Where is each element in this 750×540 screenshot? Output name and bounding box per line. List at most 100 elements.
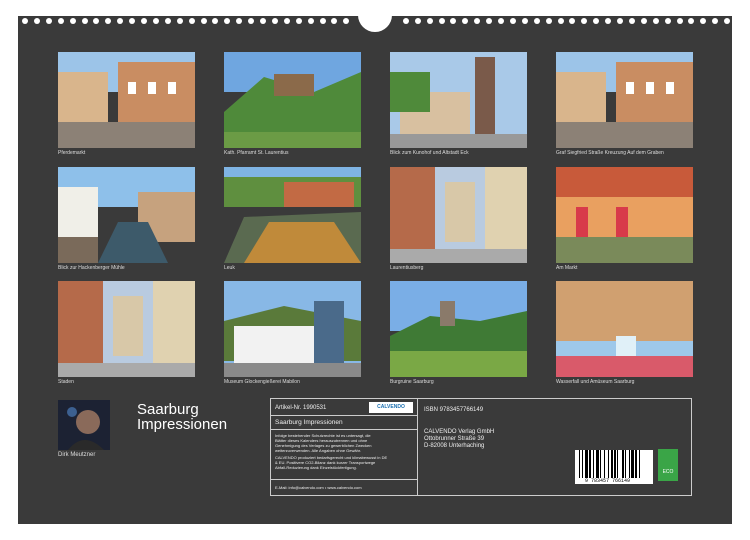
binding-hole — [605, 18, 612, 24]
barcode-bar — [608, 450, 610, 478]
eco-label: ECO — [662, 469, 674, 475]
binding-hole — [307, 18, 314, 24]
publisher-city: D-82008 Unterhaching — [424, 443, 485, 449]
binding-hole — [33, 18, 40, 24]
calendar-subtitle: Saarburg Impressionen — [275, 419, 343, 426]
binding-hole — [521, 18, 528, 24]
binding-hole — [69, 18, 76, 24]
binding-hole — [57, 18, 64, 24]
calendar-photo — [556, 52, 693, 148]
binding-hole — [617, 18, 623, 24]
binding-hole — [664, 18, 671, 24]
isbn: ISBN 9783457766149 — [424, 407, 484, 413]
binding-hole — [581, 18, 588, 24]
barcode: 9 783457 766149 — [575, 450, 653, 484]
barcode-bar — [638, 450, 640, 478]
publisher-street: Ottobrunner Straße 39 — [424, 436, 485, 442]
title-line-2: Impressionen — [137, 416, 228, 433]
divider — [271, 415, 418, 416]
binding-hole — [593, 18, 600, 24]
barcode-bar — [592, 450, 594, 478]
photo-caption: Museum Glockengießerei Mabilon — [224, 379, 300, 385]
binding-hole — [164, 18, 171, 24]
calendar-photo — [390, 52, 527, 148]
binding-hole — [640, 18, 647, 24]
binding-hole — [200, 18, 207, 24]
barcode-bar — [635, 450, 638, 478]
binding-hole — [248, 18, 255, 24]
eco-badge: ECO — [658, 449, 678, 481]
photo-caption: Leuk — [224, 265, 235, 271]
binding-hole — [343, 18, 350, 24]
binding-hole — [628, 18, 635, 24]
calendar-photo — [390, 167, 527, 263]
barcode-bar — [579, 450, 580, 478]
calendar-photo — [556, 167, 693, 263]
binding-hole — [462, 18, 469, 24]
calendar-photo — [224, 167, 361, 263]
binding-hole — [652, 18, 659, 24]
contact-info: E-Mail: info@calvendo.com • www.calvendo… — [275, 485, 362, 490]
binding-hole — [236, 18, 243, 24]
barcode-bar — [603, 450, 605, 478]
calendar-photo — [390, 281, 527, 377]
calendar-title: Saarburg Impressionen — [137, 402, 227, 432]
barcode-bar — [584, 450, 588, 478]
divider — [271, 429, 418, 430]
barcode-bar — [631, 450, 634, 478]
author-name: Dirk Meutzner — [58, 452, 96, 458]
photo-caption: Burgruine Saarburg — [390, 379, 434, 385]
calvendo-logo: CALVENDO — [369, 402, 413, 413]
binding-hole — [545, 18, 552, 24]
barcode-bar — [625, 450, 627, 478]
binding-hole — [117, 18, 124, 24]
photo-caption: Wasserfall und Amüseum Saarburg — [556, 379, 635, 385]
photo-caption: Am Markt — [556, 265, 578, 271]
binding-hole — [260, 18, 266, 24]
binding-hole — [152, 18, 159, 24]
photo-caption: Graf Siegfried Straße Kreuzung Auf dem G… — [556, 150, 664, 156]
info-left-column: Artikel-Nr. 1990531 CALVENDO Saarburg Im… — [271, 399, 418, 495]
binding-hole — [188, 18, 195, 24]
barcode-number: 9 783457 766149 — [585, 478, 631, 484]
photo-caption: Blick zur Hackenberger Mühle — [58, 265, 125, 271]
binding-hole — [676, 18, 683, 24]
calendar-photo — [224, 52, 361, 148]
calendar-photo — [58, 167, 195, 263]
barcode-bar — [610, 450, 613, 478]
photo-caption: Kath. Pfarramt St. Laurentius — [224, 150, 289, 156]
binding-hole — [533, 18, 540, 24]
binding-hole — [700, 18, 707, 24]
article-number: Artikel-Nr. 1990531 — [275, 405, 327, 411]
barcode-bar — [621, 450, 624, 478]
binding-hole — [474, 18, 481, 24]
publisher-name: CALVENDO Verlag GmbH — [424, 429, 495, 435]
calendar-photo — [556, 281, 693, 377]
barcode-bar — [628, 450, 630, 478]
binding-hole — [295, 18, 302, 24]
calendar-photo — [224, 281, 361, 377]
binding-hole — [426, 18, 433, 24]
barcode-bar — [582, 450, 584, 478]
photo-caption: Blick zum Kunohof und Altstadt Eck — [390, 150, 469, 156]
legal-text: weiterzuverwenden. Alle Angaben ohne Gew… — [275, 448, 362, 453]
calendar-photo — [58, 281, 195, 377]
binding-hole — [331, 18, 338, 24]
binding-hole — [509, 18, 516, 24]
barcode-bar — [589, 450, 592, 478]
photo-caption: Pferdemarkt — [58, 150, 86, 156]
photo-caption: Staden — [58, 379, 74, 385]
binding-hole — [45, 18, 52, 24]
calendar-photo — [58, 52, 195, 148]
binding-hole — [141, 18, 147, 24]
binding-hole — [498, 18, 504, 24]
binding-hole — [450, 18, 457, 24]
barcode-bar — [614, 450, 616, 478]
barcode-bar — [600, 450, 602, 478]
binding-hole — [176, 18, 183, 24]
binding-hole — [22, 18, 28, 24]
binding-hole — [224, 18, 231, 24]
barcode-bar — [617, 450, 619, 478]
barcode-bar — [596, 450, 599, 478]
binding-hole — [438, 18, 445, 24]
